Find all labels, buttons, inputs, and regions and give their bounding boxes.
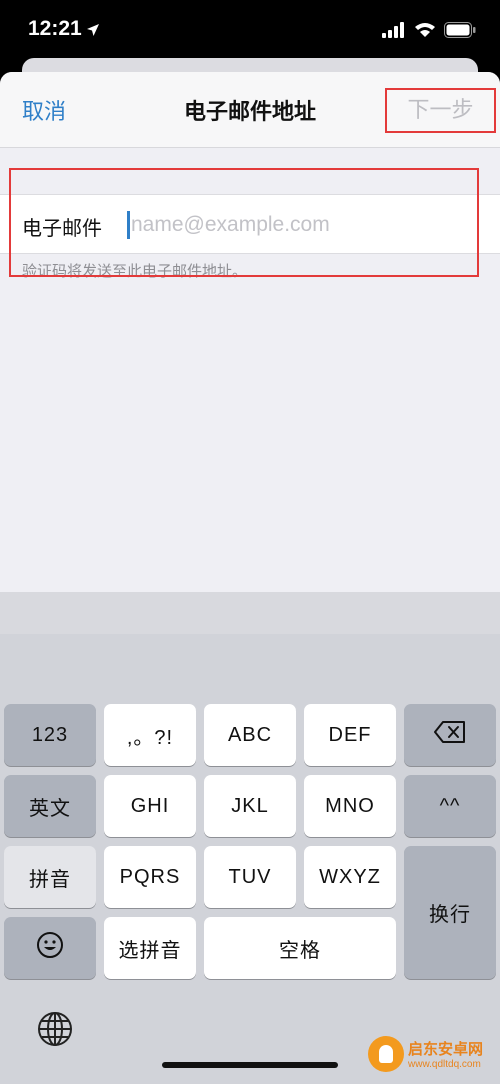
key-tuv[interactable]: TUV	[204, 846, 296, 908]
email-hint: 验证码将发送至此电子邮件地址。	[22, 262, 248, 280]
watermark-name: 启东安卓网	[408, 1040, 484, 1058]
backspace-key[interactable]	[404, 704, 496, 766]
key-abc[interactable]: ABC	[204, 704, 296, 766]
key-pinyin[interactable]: 拼音	[4, 846, 96, 908]
watermark-url: www.qdltdq.com	[408, 1059, 481, 1070]
key-ghi[interactable]: GHI	[104, 775, 196, 837]
keyboard: 123 ,。?! ABC DEF 英文 GHI JKL MNO ^^ 拼音 PQ…	[0, 592, 500, 1084]
navigation-bar: 取消 电子邮件地址 下一步	[0, 72, 500, 148]
email-label: 电子邮件	[22, 216, 102, 240]
status-bar: 12:21	[0, 0, 500, 62]
email-field-row[interactable]: 电子邮件	[0, 194, 500, 254]
key-select-pinyin[interactable]: 选拼音	[104, 917, 196, 979]
key-mno[interactable]: MNO	[304, 775, 396, 837]
key-newline[interactable]: 换行	[404, 846, 496, 979]
backspace-icon	[434, 721, 466, 749]
battery-icon	[444, 22, 476, 42]
email-field[interactable]	[131, 205, 471, 245]
home-indicator[interactable]	[162, 1062, 338, 1068]
watermark-logo-icon	[368, 1036, 404, 1072]
watermark: 启东安卓网 www.qdltdq.com	[368, 1032, 496, 1080]
key-123[interactable]: 123	[4, 704, 96, 766]
status-time: 12:21	[28, 17, 82, 40]
text-caret	[127, 211, 130, 239]
key-tone[interactable]: ^^	[404, 775, 496, 837]
key-wxyz[interactable]: WXYZ	[304, 846, 396, 908]
globe-icon[interactable]	[36, 1010, 74, 1052]
key-jkl[interactable]: JKL	[204, 775, 296, 837]
key-pqrs[interactable]: PQRS	[104, 846, 196, 908]
wifi-icon	[414, 22, 436, 42]
key-punctuation[interactable]: ,。?!	[104, 704, 196, 766]
key-space[interactable]: 空格	[204, 917, 396, 979]
next-button[interactable]: 下一步	[385, 88, 496, 133]
status-icons	[382, 22, 476, 42]
emoji-key[interactable]	[4, 917, 96, 979]
location-arrow-icon	[86, 22, 100, 41]
emoji-icon	[36, 931, 64, 965]
email-modal: 取消 电子邮件地址 下一步 电子邮件 验证码将发送至此电子邮件地址。 123 ,…	[0, 72, 500, 1084]
cellular-signal-icon	[382, 22, 406, 42]
key-english[interactable]: 英文	[4, 775, 96, 837]
key-def[interactable]: DEF	[304, 704, 396, 766]
keyboard-suggestion-bar	[0, 592, 500, 634]
